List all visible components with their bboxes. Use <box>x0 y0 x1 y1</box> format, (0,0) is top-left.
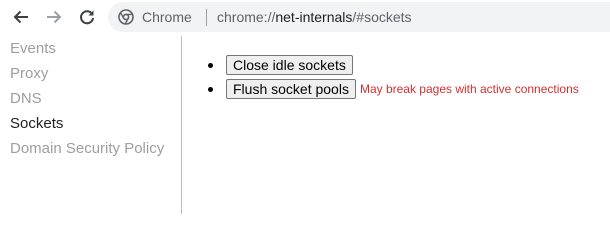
list-item: Flush socket pools May break pages with … <box>208 79 579 99</box>
bullet <box>208 62 213 68</box>
sidebar-item-dns[interactable]: DNS <box>10 90 42 108</box>
chrome-logo-icon <box>118 9 134 25</box>
bullet <box>208 86 213 92</box>
forward-button[interactable] <box>42 5 66 29</box>
site-chip-label: Chrome <box>142 9 192 25</box>
url-scheme: chrome:// <box>217 9 276 25</box>
sockets-panel: Close idle sockets Flush socket pools Ma… <box>182 36 610 214</box>
browser-toolbar: Chrome chrome://net-internals/#sockets <box>0 0 610 34</box>
reload-button[interactable] <box>75 5 99 29</box>
reload-icon <box>80 10 94 25</box>
url-host: net-internals <box>275 9 353 25</box>
flush-warning-text: May break pages with active connections <box>359 82 579 96</box>
forward-arrow-icon <box>47 10 62 24</box>
back-button[interactable] <box>9 5 33 29</box>
back-arrow-icon <box>13 10 28 24</box>
sidebar-item-proxy[interactable]: Proxy <box>10 65 48 83</box>
list-item: Close idle sockets <box>208 55 353 75</box>
tab-sidebar: Events Proxy DNS Sockets Domain Security… <box>0 36 182 214</box>
flush-socket-pools-button[interactable]: Flush socket pools <box>226 79 356 99</box>
url-path: /#sockets <box>352 9 412 25</box>
address-bar[interactable]: Chrome chrome://net-internals/#sockets <box>108 2 610 32</box>
url-text[interactable]: chrome://net-internals/#sockets <box>217 9 412 25</box>
omnibox-separator <box>206 9 207 26</box>
sidebar-item-sockets[interactable]: Sockets <box>10 115 63 133</box>
sidebar-item-domain-security-policy[interactable]: Domain Security Policy <box>10 140 164 158</box>
sidebar-item-events[interactable]: Events <box>10 40 56 58</box>
close-idle-sockets-button[interactable]: Close idle sockets <box>226 55 353 75</box>
